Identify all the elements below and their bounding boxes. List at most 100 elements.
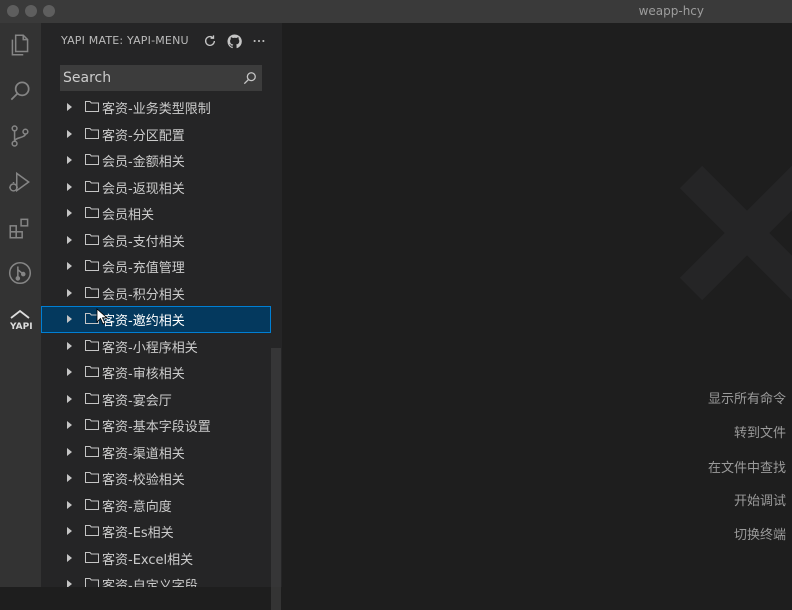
chevron-right-icon[interactable] <box>67 474 72 482</box>
chevron-right-icon[interactable] <box>67 527 72 535</box>
yapi-icon[interactable]: YAPI <box>4 303 36 335</box>
chevron-right-icon[interactable] <box>67 129 72 138</box>
chevron-right-icon[interactable] <box>67 262 72 270</box>
folder-icon <box>85 286 99 298</box>
tree-item-label: 客资-校验相关 <box>102 473 185 488</box>
chevron-right-icon[interactable] <box>67 500 72 509</box>
tree-item-label: 会员-积分相关 <box>102 287 185 303</box>
folder-icon <box>85 418 99 430</box>
chevron-right-icon[interactable] <box>67 580 72 587</box>
chevron-right-icon[interactable] <box>67 368 72 376</box>
tree-item-label: 会员-充值管理 <box>102 261 185 276</box>
chevron-right-icon[interactable] <box>67 235 72 244</box>
tree-item-label: 客资-邀约相关 <box>102 314 185 329</box>
folder-icon <box>85 577 99 587</box>
chevron-right-icon[interactable] <box>67 182 72 191</box>
tree-item[interactable]: 客资-自定义字段 <box>41 571 271 587</box>
tree-item-label: 会员-支付相关 <box>102 234 185 250</box>
mouse-cursor-icon <box>96 308 108 325</box>
chevron-right-icon[interactable] <box>67 421 72 429</box>
tree-item[interactable]: 会员-支付相关 <box>41 227 271 254</box>
tree-item[interactable]: 会员相关 <box>41 200 271 227</box>
tree-item[interactable]: 客资-Es相关 <box>41 518 271 545</box>
tree-item[interactable]: 会员-积分相关 <box>41 280 271 307</box>
folder-icon <box>85 100 99 112</box>
activity-bar: YAPI <box>0 23 41 587</box>
tree-item-label: 客资-基本字段设置 <box>102 420 211 435</box>
refresh-icon[interactable] <box>201 32 219 50</box>
chevron-right-icon[interactable] <box>67 103 72 111</box>
command-toggle-terminal: 切换终端 <box>733 528 786 543</box>
tree-item-label: 客资-Excel相关 <box>102 552 194 568</box>
tree-item[interactable]: 客资-分区配置 <box>41 121 271 148</box>
tree-item[interactable]: 客资-基本字段设置 <box>41 412 271 439</box>
source-control-icon[interactable] <box>4 120 36 152</box>
tree-item-label: 客资-意向度 <box>102 499 172 515</box>
folder-icon <box>85 259 99 271</box>
folder-icon <box>85 551 99 563</box>
command-find-in-files: 在文件中查找 <box>707 461 786 476</box>
tree-item[interactable]: 客资-宴会厅 <box>41 386 271 413</box>
tree-item[interactable]: 客资-Excel相关 <box>41 545 271 572</box>
chevron-right-icon[interactable] <box>67 156 72 164</box>
command-start-debugging: 开始调试 <box>733 494 786 509</box>
window-title: weapp-hcy <box>638 4 704 18</box>
tree-item[interactable]: 会员-充值管理 <box>41 253 271 280</box>
tree-item[interactable]: 客资-渠道相关 <box>41 439 271 466</box>
tree-item[interactable]: 客资-业务类型限制 <box>41 98 271 121</box>
chevron-right-icon[interactable] <box>67 288 72 297</box>
chevron-right-icon[interactable] <box>67 315 72 323</box>
folder-icon <box>85 471 99 483</box>
github-icon[interactable] <box>225 32 243 50</box>
explorer-icon[interactable] <box>4 29 36 61</box>
extensions-icon[interactable] <box>4 212 36 244</box>
folder-icon <box>85 339 99 351</box>
folder-icon <box>85 365 99 377</box>
tree-item-label: 客资-审核相关 <box>102 367 185 382</box>
chevron-right-icon[interactable] <box>67 553 72 562</box>
folder-icon <box>85 127 99 139</box>
tree-item[interactable]: 客资-校验相关 <box>41 465 271 492</box>
git-graph-icon[interactable] <box>4 257 36 289</box>
tree-item-label: 客资-小程序相关 <box>102 340 198 356</box>
folder-icon <box>85 445 99 457</box>
api-menu-tree: 客资-业务类型限制 客资-分区配置 会员-金额相关会员-返现相关会员相关会员-支付相… <box>41 98 282 587</box>
folder-icon <box>85 498 99 510</box>
chevron-right-icon[interactable] <box>67 394 72 403</box>
sidebar: YAPI MATE: YAPI-MENU 客资-业务类型限制客资-分区配置会员-… <box>41 23 282 610</box>
editor-area: 显示所有命令 转到文件 在文件中查找 开始调试 切换终端 <box>282 23 792 587</box>
tree-scrollbar[interactable] <box>271 348 281 610</box>
chevron-right-icon[interactable] <box>67 447 72 456</box>
tree-item[interactable]: 客资-审核相关 <box>41 359 271 386</box>
svg-text:YAPI: YAPI <box>9 322 33 332</box>
search-icon[interactable] <box>4 75 36 107</box>
chevron-right-icon[interactable] <box>67 209 72 217</box>
more-icon[interactable] <box>250 32 268 50</box>
vscode-watermark-icon <box>679 165 792 301</box>
tree-item-label: 客资-分区配置 <box>102 128 185 144</box>
tree-item[interactable]: 会员-金额相关 <box>41 147 271 174</box>
folder-icon <box>85 206 99 218</box>
tree-item-label: 会员-金额相关 <box>102 155 185 170</box>
tree-item[interactable]: 会员-返现相关 <box>41 174 271 201</box>
folder-icon <box>85 524 99 536</box>
tree-item-label: 客资-自定义字段 <box>102 579 198 587</box>
folder-icon <box>85 180 99 192</box>
tree-item[interactable]: 客资-意向度 <box>41 492 271 519</box>
tree-item-label: 客资-业务类型限制 <box>102 102 211 117</box>
folder-icon <box>85 153 99 165</box>
search-input[interactable] <box>61 66 239 90</box>
title-bar: weapp-hcy <box>0 0 792 23</box>
tree-item[interactable]: 客资-邀约相关 <box>41 306 271 333</box>
tree-item[interactable]: 客资-小程序相关 <box>41 333 271 360</box>
tree-item-label: 客资-宴会厅 <box>102 393 172 409</box>
tree-item-label: 会员相关 <box>102 208 155 223</box>
tree-item-label: 客资-渠道相关 <box>102 446 185 462</box>
folder-icon <box>85 392 99 404</box>
chevron-right-icon[interactable] <box>67 341 72 350</box>
command-go-to-file: 转到文件 <box>733 426 786 441</box>
run-debug-icon[interactable] <box>4 166 36 198</box>
command-show-all: 显示所有命令 <box>707 392 786 407</box>
search-icon[interactable] <box>243 71 257 85</box>
search-box <box>60 65 262 91</box>
